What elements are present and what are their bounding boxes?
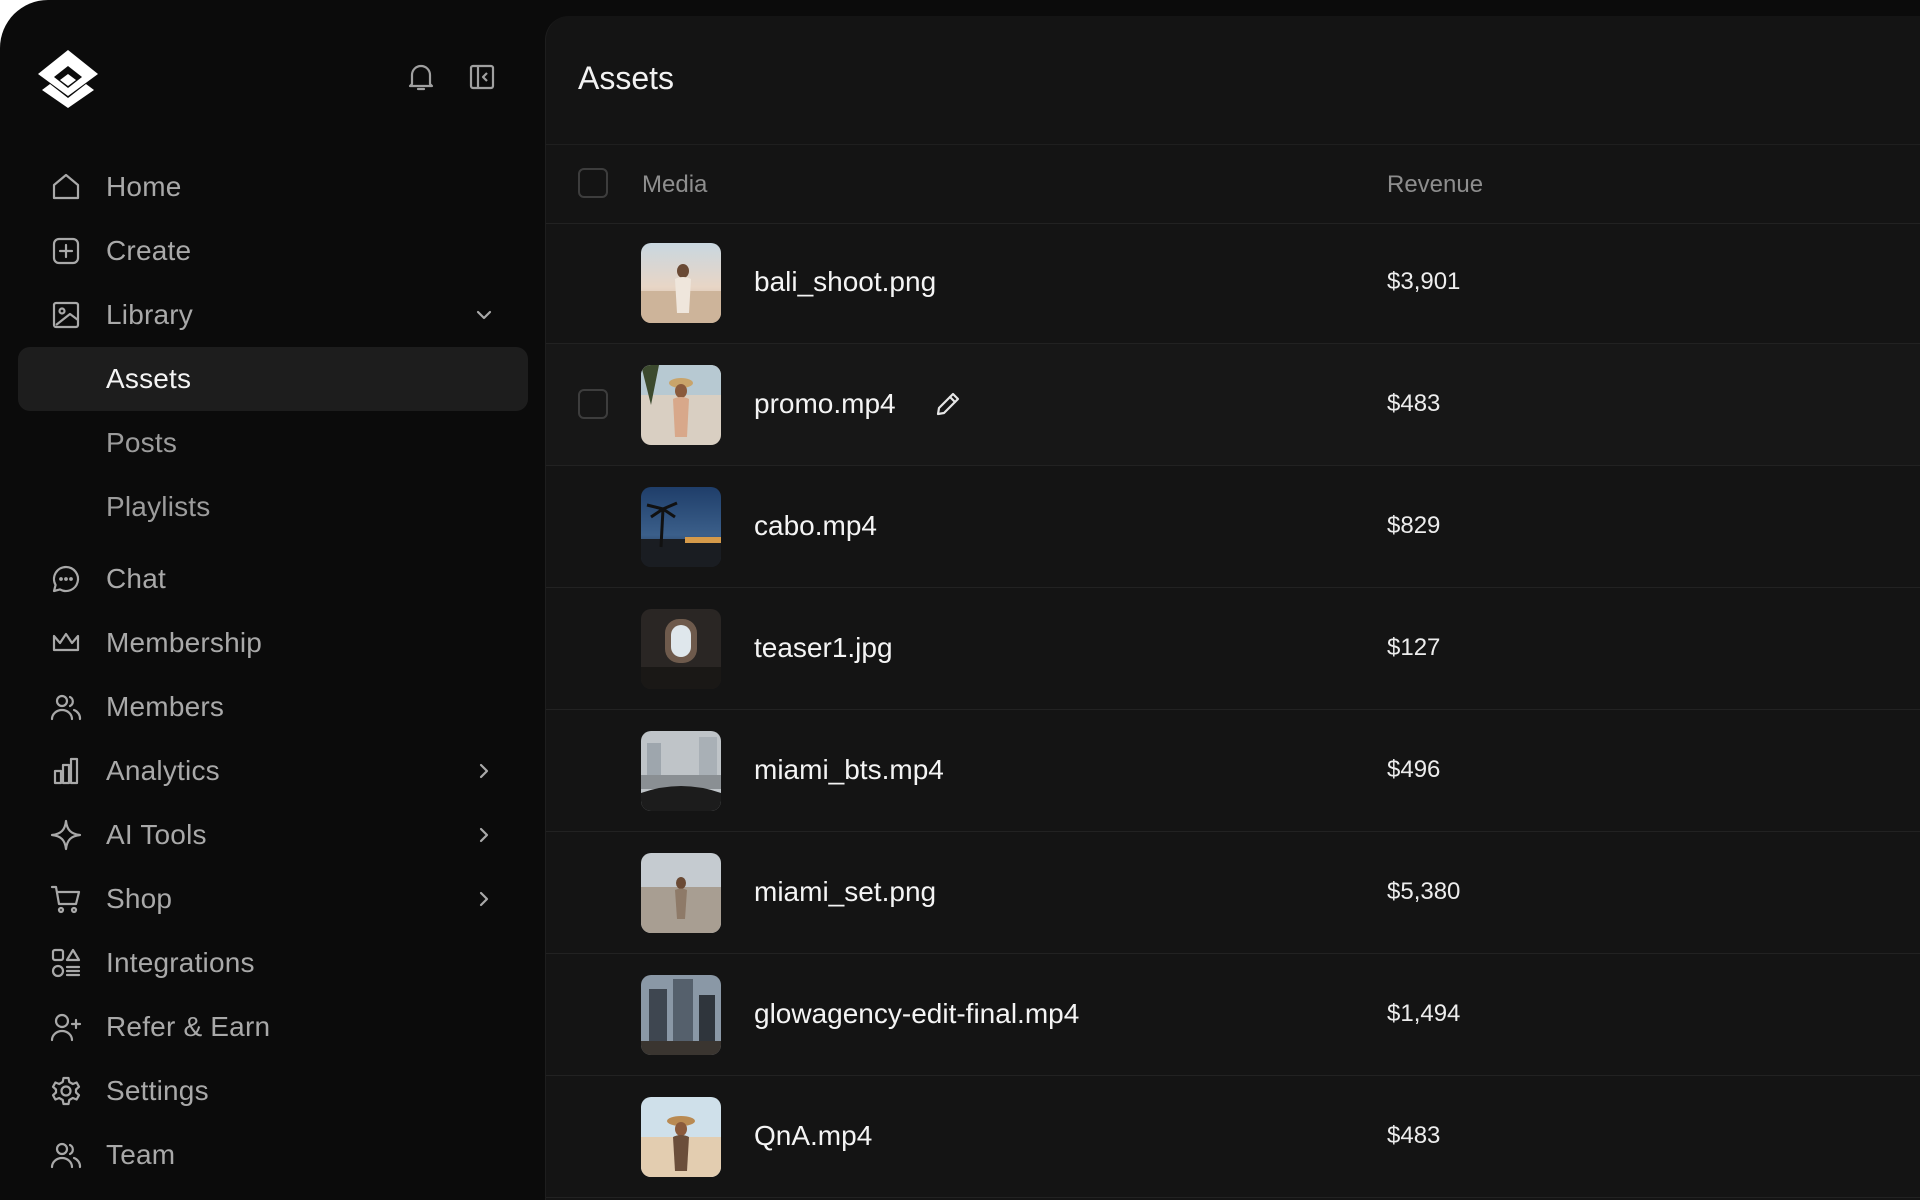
app-window: Home Create Library Assets Posts Playlis… <box>0 0 1920 1200</box>
sidebar-item-posts[interactable]: Posts <box>18 411 528 475</box>
assets-table: bali_shoot.png $3,901 promo.mp4 $483 cab… <box>546 222 1920 1198</box>
sidebar-item-home[interactable]: Home <box>18 155 528 219</box>
bar-chart-icon <box>50 755 82 787</box>
column-header-media[interactable]: Media <box>642 171 707 199</box>
sidebar-item-label: Integrations <box>106 947 255 978</box>
sidebar-item-membership[interactable]: Membership <box>18 611 528 675</box>
sidebar-item-shop[interactable]: Shop <box>18 867 528 931</box>
row-checkbox[interactable] <box>578 389 608 419</box>
sidebar-item-members[interactable]: Members <box>18 675 528 739</box>
chat-icon <box>50 563 82 595</box>
sidebar-item-playlists[interactable]: Playlists <box>18 475 528 539</box>
table-row[interactable]: cabo.mp4 $829 <box>546 466 1920 588</box>
sidebar-item-settings[interactable]: Settings <box>18 1059 528 1123</box>
sidebar-item-label: Playlists <box>106 491 211 522</box>
revenue-value: $5,380 <box>1387 878 1461 905</box>
sidebar-item-label: Settings <box>106 1075 209 1106</box>
sidebar-item-integrations[interactable]: Integrations <box>18 931 528 995</box>
chevron-right-icon[interactable] <box>472 887 496 911</box>
file-name[interactable]: bali_shoot.png <box>754 266 936 298</box>
revenue-value: $127 <box>1387 634 1441 661</box>
main-panel: Assets Media Revenue bali_shoot.png $3,9… <box>545 16 1920 1200</box>
sidebar-item-label: Analytics <box>106 755 220 786</box>
sparkle-icon <box>50 819 82 851</box>
sidebar-item-label: Posts <box>106 427 178 458</box>
home-icon <box>50 171 82 203</box>
chevron-down-icon[interactable] <box>472 303 496 327</box>
sidebar-item-label: Create <box>106 235 192 266</box>
sidebar-item-team[interactable]: Team <box>18 1123 528 1187</box>
cart-icon <box>50 883 82 915</box>
revenue-value: $1,494 <box>1387 1000 1461 1027</box>
revenue-value: $483 <box>1387 1122 1441 1149</box>
media-thumbnail[interactable] <box>641 731 721 811</box>
sidebar-item-label: Members <box>106 691 225 722</box>
image-icon <box>50 299 82 331</box>
table-row[interactable]: miami_bts.mp4 $496 <box>546 710 1920 832</box>
gear-icon <box>50 1075 82 1107</box>
grid-shapes-icon <box>50 947 82 979</box>
chevron-right-icon[interactable] <box>472 759 496 783</box>
user-plus-icon <box>50 1011 82 1043</box>
crown-icon <box>50 627 82 659</box>
column-header-revenue[interactable]: Revenue <box>1387 171 1483 199</box>
file-name[interactable]: glowagency-edit-final.mp4 <box>754 998 1079 1030</box>
table-row[interactable]: promo.mp4 $483 <box>546 344 1920 466</box>
table-row[interactable]: QnA.mp4 $483 <box>546 1076 1920 1198</box>
sidebar-item-label: Refer & Earn <box>106 1011 271 1042</box>
revenue-value: $496 <box>1387 756 1441 783</box>
sidebar-collapse-icon[interactable] <box>466 61 498 93</box>
file-name[interactable]: promo.mp4 <box>754 388 896 420</box>
chevron-right-icon[interactable] <box>472 823 496 847</box>
sidebar-item-label: Home <box>106 171 182 202</box>
sidebar-item-label: Shop <box>106 883 173 914</box>
edit-pencil-icon[interactable] <box>934 390 964 420</box>
media-thumbnail[interactable] <box>641 243 721 323</box>
revenue-value: $3,901 <box>1387 268 1461 295</box>
users-icon <box>50 691 82 723</box>
sidebar-item-label: Assets <box>106 363 192 394</box>
sidebar-item-create[interactable]: Create <box>18 219 528 283</box>
file-name[interactable]: QnA.mp4 <box>754 1120 872 1152</box>
sidebar-item-refer-earn[interactable]: Refer & Earn <box>18 995 528 1059</box>
sidebar-item-chat[interactable]: Chat <box>18 547 528 611</box>
sidebar-item-library[interactable]: Library <box>18 283 528 347</box>
bell-icon[interactable] <box>405 61 437 93</box>
revenue-value: $829 <box>1387 512 1441 539</box>
sidebar: Home Create Library Assets Posts Playlis… <box>0 0 545 1200</box>
media-thumbnail[interactable] <box>641 365 721 445</box>
sidebar-item-label: AI Tools <box>106 819 207 850</box>
table-row[interactable]: glowagency-edit-final.mp4 $1,494 <box>546 954 1920 1076</box>
sidebar-item-label: Team <box>106 1139 176 1170</box>
file-name[interactable]: miami_bts.mp4 <box>754 754 944 786</box>
sidebar-item-ai-tools[interactable]: AI Tools <box>18 803 528 867</box>
media-thumbnail[interactable] <box>641 853 721 933</box>
revenue-value: $483 <box>1387 390 1441 417</box>
team-icon <box>50 1139 82 1171</box>
sidebar-nav: Home Create Library Assets Posts Playlis… <box>18 155 528 1187</box>
sidebar-item-assets[interactable]: Assets <box>18 347 528 411</box>
table-row[interactable]: miami_set.png $5,380 <box>546 832 1920 954</box>
table-header: Media Revenue <box>546 144 1920 224</box>
sidebar-item-label: Library <box>106 299 193 330</box>
plus-square-icon <box>50 235 82 267</box>
table-row[interactable]: teaser1.jpg $127 <box>546 588 1920 710</box>
brand-logo-icon[interactable] <box>36 48 100 108</box>
file-name[interactable]: miami_set.png <box>754 876 936 908</box>
page-title: Assets <box>578 60 675 96</box>
select-all-checkbox[interactable] <box>578 168 608 198</box>
sidebar-item-label: Membership <box>106 627 263 658</box>
file-name[interactable]: cabo.mp4 <box>754 510 877 542</box>
table-row[interactable]: bali_shoot.png $3,901 <box>546 222 1920 344</box>
file-name[interactable]: teaser1.jpg <box>754 632 893 664</box>
sidebar-item-analytics[interactable]: Analytics <box>18 739 528 803</box>
media-thumbnail[interactable] <box>641 609 721 689</box>
media-thumbnail[interactable] <box>641 487 721 567</box>
media-thumbnail[interactable] <box>641 1097 721 1177</box>
sidebar-item-label: Chat <box>106 563 166 594</box>
media-thumbnail[interactable] <box>641 975 721 1055</box>
